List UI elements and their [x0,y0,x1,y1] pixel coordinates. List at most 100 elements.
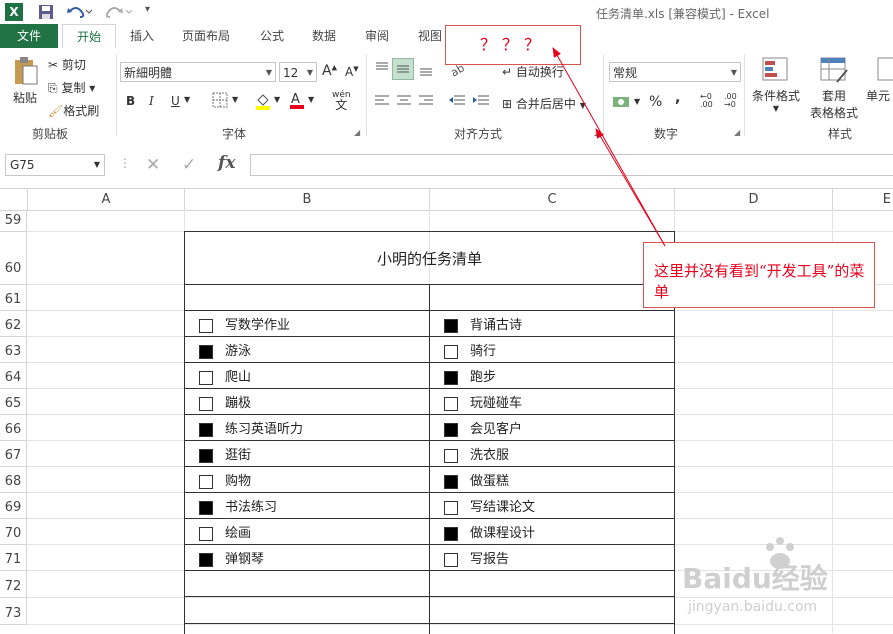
row-header[interactable]: 71 [0,545,27,571]
column-header-b[interactable]: B [185,189,430,210]
tab-data[interactable]: 数据 [304,24,344,48]
row-header[interactable]: 70 [0,519,27,545]
decrease-font-icon[interactable]: A▼ [345,65,359,79]
save-icon[interactable] [38,4,54,23]
bold-button[interactable]: B [126,94,135,108]
task-cell[interactable]: 练习英语听力 [184,414,430,441]
checked-box-icon[interactable] [444,318,458,333]
dialog-launcher-icon[interactable]: ◢ [734,128,740,137]
checked-box-icon[interactable] [199,344,213,359]
empty-cell[interactable] [184,284,430,311]
task-cell[interactable]: 玩碰碰车 [429,388,675,415]
unchecked-box-icon[interactable] [199,396,213,411]
copy-button[interactable]: ⎘ 复制 ▾ [48,79,95,96]
phonetic-button[interactable]: wén 文 [332,90,351,112]
row-header[interactable]: 63 [0,337,27,363]
empty-cell[interactable] [429,623,675,634]
unchecked-box-icon[interactable] [444,396,458,411]
task-cell[interactable]: 游泳 [184,336,430,363]
dialog-launcher-icon[interactable]: ◢ [354,128,360,137]
underline-dropdown-icon[interactable]: ▼ [184,95,190,104]
tab-home[interactable]: 开始 [62,24,116,50]
percent-button[interactable]: % [649,94,662,110]
cancel-icon[interactable]: ✕ [146,155,160,175]
task-cell[interactable]: 购物 [184,466,430,493]
task-cell[interactable]: 骑行 [429,336,675,363]
tab-formulas[interactable]: 公式 [252,24,292,48]
align-center-icon[interactable] [396,94,412,111]
format-as-table-button[interactable]: 套用 表格格式 [804,56,864,121]
empty-cell[interactable] [184,570,430,597]
dialog-launcher-icon[interactable]: ◢ [594,128,600,137]
comma-button[interactable]: , [675,90,680,106]
row-header[interactable]: 65 [0,389,27,415]
row-header[interactable]: 62 [0,311,27,337]
task-cell[interactable]: 洗衣服 [429,440,675,467]
number-format-combo[interactable]: 常规 ▼ [609,62,741,82]
increase-font-icon[interactable]: A▲ [322,63,337,79]
tab-insert[interactable]: 插入 [122,24,162,48]
name-box[interactable]: G75 ▼ [5,154,105,176]
customize-qat-icon[interactable]: ▾ [145,4,150,15]
row-header[interactable]: 73 [0,598,27,625]
task-cell[interactable]: 绘画 [184,518,430,545]
undo-icon[interactable] [66,3,93,22]
row-header[interactable]: 72 [0,571,27,598]
decrease-decimal-icon[interactable]: .00 →0 [724,93,737,109]
formula-input[interactable] [250,154,893,176]
task-cell[interactable]: 写结课论文 [429,492,675,519]
select-all-corner[interactable] [0,189,28,210]
redo-icon[interactable] [105,3,133,22]
checked-box-icon[interactable] [444,526,458,541]
checked-box-icon[interactable] [444,370,458,385]
align-middle-icon[interactable] [392,58,414,80]
align-right-icon[interactable] [418,94,434,111]
empty-cell[interactable] [184,623,430,634]
italic-button[interactable]: I [149,94,154,108]
task-cell[interactable]: 弹钢琴 [184,544,430,571]
task-cell[interactable]: 书法练习 [184,492,430,519]
unchecked-box-icon[interactable] [444,552,458,567]
unchecked-box-icon[interactable] [199,318,213,333]
row-header[interactable]: 60 [0,232,27,285]
align-left-icon[interactable] [374,94,390,111]
empty-cell[interactable] [184,596,430,624]
checked-box-icon[interactable] [444,422,458,437]
column-header-c[interactable]: C [430,189,675,210]
checked-box-icon[interactable] [199,422,213,437]
enter-icon[interactable]: ✓ [182,155,196,175]
font-size-combo[interactable]: 12 ▼ [279,62,317,82]
column-header-d[interactable]: D [675,189,833,210]
task-cell[interactable]: 写数学作业 [184,310,430,337]
task-cell[interactable]: 做课程设计 [429,518,675,545]
merge-center-button[interactable]: ⊞ 合并后居中 ▼ [502,95,586,112]
empty-cell[interactable] [429,570,675,597]
format-painter-button[interactable]: 🖌格式刷 [48,102,99,119]
fill-color-icon[interactable] [254,92,272,113]
column-header-e[interactable]: E [833,189,893,210]
wrap-text-button[interactable]: ↵ 自动换行 [502,63,564,80]
row-header[interactable]: 67 [0,441,27,467]
checked-box-icon[interactable] [199,552,213,567]
table-title[interactable]: 小明的任务清单 [184,231,675,285]
tab-review[interactable]: 审阅 [357,24,397,48]
chevron-down-icon[interactable]: ▼ [232,95,238,104]
align-top-icon[interactable] [374,61,390,80]
row-header[interactable]: 64 [0,363,27,389]
empty-cell[interactable] [429,284,675,311]
task-cell[interactable]: 逛街 [184,440,430,467]
row-header[interactable]: 69 [0,493,27,519]
row-header[interactable]: 59 [0,210,27,232]
checked-box-icon[interactable] [444,474,458,489]
chevron-down-icon[interactable]: ▼ [308,95,314,104]
decrease-indent-icon[interactable] [448,94,466,111]
font-color-icon[interactable]: A [288,91,306,112]
currency-icon[interactable] [612,94,634,113]
increase-indent-icon[interactable] [472,94,490,111]
unchecked-box-icon[interactable] [199,474,213,489]
unchecked-box-icon[interactable] [199,526,213,541]
task-cell[interactable]: 蹦极 [184,388,430,415]
tab-file[interactable]: 文件 [0,24,58,48]
task-cell[interactable]: 做蛋糕 [429,466,675,493]
align-bottom-icon[interactable] [418,61,434,80]
